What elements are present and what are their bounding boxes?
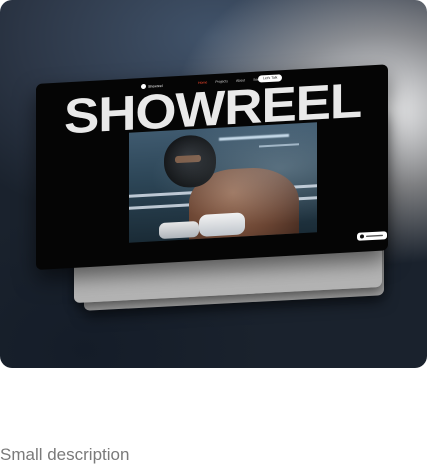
play-badge-icon [357, 231, 387, 241]
play-badge-graphic [360, 234, 383, 239]
project-card[interactable]: Showreel Home Projects About Services Bl… [0, 0, 427, 368]
video-still-icon [129, 122, 317, 243]
mist-overlay [129, 122, 317, 243]
card-description: Small description [0, 445, 130, 464]
website-mockup-screen: Showreel Home Projects About Services Bl… [36, 64, 388, 270]
